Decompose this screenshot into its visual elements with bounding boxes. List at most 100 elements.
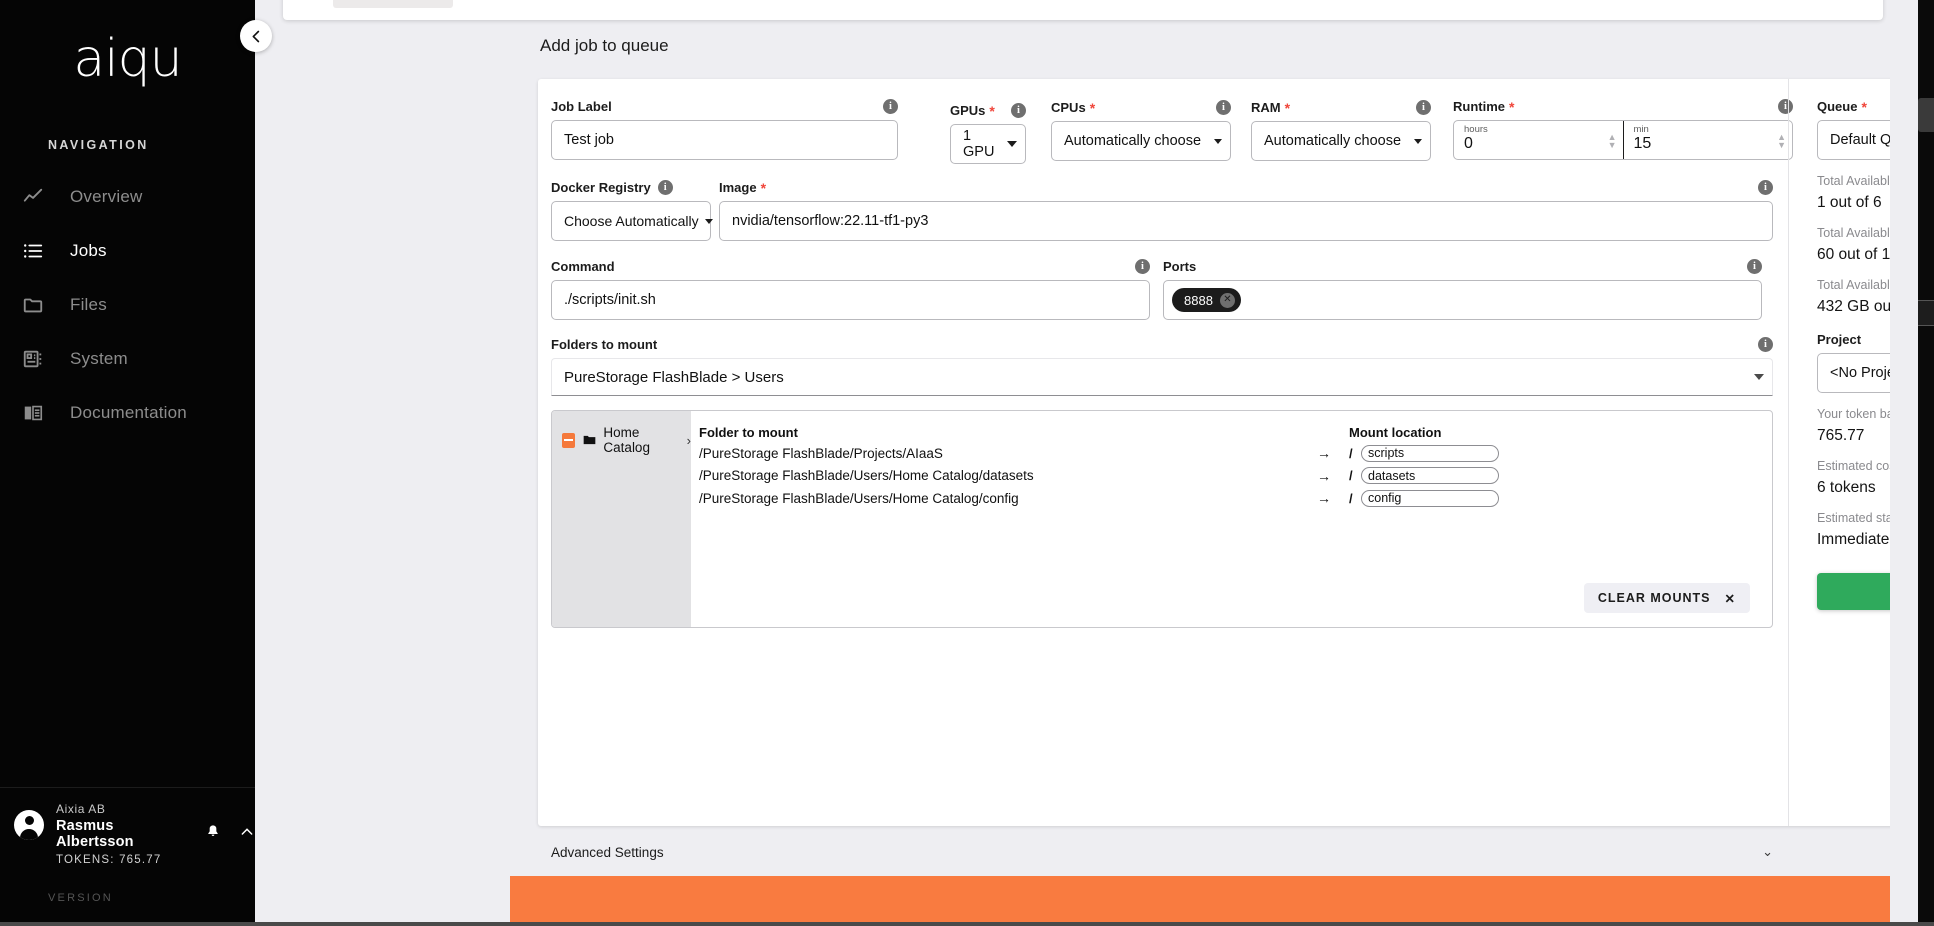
info-icon[interactable]: i	[1011, 103, 1026, 118]
cpus-select[interactable]: Automatically choose	[1051, 121, 1231, 161]
field-docker-registry: Docker Registry i Choose Automatically	[551, 180, 711, 241]
chevron-down-icon	[1007, 141, 1017, 147]
sidebar-item-label: Jobs	[64, 241, 107, 261]
collapse-toggle-icon[interactable]	[562, 433, 575, 448]
field-ram: RAM* i Automatically choose	[1251, 100, 1431, 161]
ports-label: Ports	[1163, 259, 1196, 274]
image-value: nvidia/tensorflow:22.11-tf1-py3	[732, 213, 928, 229]
ports-input[interactable]: 8888 ✕	[1163, 280, 1762, 320]
cpus-value: Automatically choose	[1064, 133, 1201, 149]
info-icon[interactable]: i	[1135, 259, 1150, 274]
gpus-value: 1 GPU	[963, 128, 1001, 160]
cpus-header: CPUs* i	[1051, 100, 1231, 115]
add-job-form-card: Job Label i Test job GPUs* i 1 GPU	[538, 79, 1934, 826]
mount-tree-column: Home Catalog ›	[552, 411, 691, 627]
field-cpus: CPUs* i Automatically choose	[1051, 100, 1231, 161]
mount-header-destination: Mount location	[1349, 425, 1441, 440]
mount-location-value: config	[1368, 491, 1401, 505]
docker-registry-label: Docker Registry i	[551, 180, 673, 195]
info-icon[interactable]: i	[1747, 259, 1762, 274]
close-icon: ✕	[1725, 591, 1736, 606]
job-label-input[interactable]: Test job	[551, 120, 898, 160]
chevron-up-icon[interactable]	[239, 824, 255, 845]
ram-value: Automatically choose	[1264, 133, 1401, 149]
sidebar-item-files[interactable]: Files	[0, 278, 255, 332]
command-input[interactable]: ./scripts/init.sh	[551, 280, 1150, 320]
server-icon	[22, 348, 64, 370]
job-label-text: Job Label	[551, 99, 612, 114]
close-icon[interactable]: ✕	[1220, 293, 1235, 308]
mount-source-path: /PureStorage FlashBlade/Users/Home Catal…	[699, 491, 1299, 506]
gpus-select[interactable]: 1 GPU	[950, 124, 1026, 164]
mount-location-input[interactable]: config	[1361, 490, 1499, 507]
docker-registry-select[interactable]: Choose Automatically	[551, 201, 711, 241]
sidebar-item-label: Overview	[64, 187, 142, 207]
advanced-settings-toggle[interactable]: Advanced Settings ⌄	[551, 844, 1773, 860]
mount-slash: /	[1349, 446, 1361, 461]
sidebar-item-documentation[interactable]: Documentation	[0, 386, 255, 440]
info-icon[interactable]: i	[1216, 100, 1231, 115]
right-gutter	[1890, 0, 1918, 926]
info-icon[interactable]: i	[883, 99, 898, 114]
chevron-down-icon: ⌄	[1762, 844, 1773, 860]
mount-location-input[interactable]: datasets	[1361, 467, 1499, 484]
bell-icon[interactable]	[205, 824, 221, 845]
row-command-ports: Command i ./scripts/init.sh Ports i	[551, 259, 1773, 320]
port-chip[interactable]: 8888 ✕	[1172, 288, 1241, 312]
clear-mounts-button[interactable]: CLEAR MOUNTS ✕	[1584, 583, 1750, 613]
sidebar-collapse-button[interactable]	[240, 20, 272, 52]
mount-source-path: /PureStorage FlashBlade/Projects/AIaaS	[699, 446, 1299, 461]
mount-header-source: Folder to mount	[699, 425, 1299, 440]
sidebar-item-overview[interactable]: Overview	[0, 170, 255, 224]
previous-card-sliver	[283, 0, 1883, 20]
docker-registry-header: Docker Registry i	[551, 180, 711, 195]
required-asterisk: *	[761, 181, 766, 195]
user-company: Aixia AB	[56, 802, 255, 816]
sidebar: aiqu NAVIGATION Overview Jobs Files	[0, 0, 255, 926]
chart-line-icon	[22, 186, 64, 208]
project-label: Project	[1817, 332, 1861, 347]
runtime-header: Runtime* i	[1453, 99, 1793, 114]
tree-node-label: Home Catalog	[603, 425, 680, 455]
tree-row-home-catalog[interactable]: Home Catalog ›	[552, 425, 691, 455]
runtime-hours[interactable]: hours 0 ▲▼	[1454, 121, 1623, 159]
app-root: aiqu NAVIGATION Overview Jobs Files	[0, 0, 1934, 926]
nav-list: Overview Jobs Files System	[0, 170, 255, 440]
field-ports: Ports i 8888 ✕	[1163, 259, 1762, 320]
info-icon[interactable]: i	[1758, 180, 1773, 195]
info-icon[interactable]: i	[658, 180, 673, 195]
queue-label: Queue*	[1817, 99, 1867, 114]
brand-logo: aiqu	[0, 0, 255, 118]
runtime-minutes[interactable]: min 15 ▲▼	[1623, 121, 1793, 159]
required-asterisk: *	[1090, 101, 1095, 115]
folders-to-mount-select[interactable]: PureStorage FlashBlade > Users	[551, 358, 1773, 396]
mount-row: /PureStorage FlashBlade/Users/Home Catal…	[699, 489, 1772, 508]
command-label: Command	[551, 259, 615, 274]
ram-select[interactable]: Automatically choose	[1251, 121, 1431, 161]
chevron-down-icon	[1214, 139, 1222, 144]
field-command: Command i ./scripts/init.sh	[551, 259, 1150, 320]
info-icon[interactable]: i	[1758, 337, 1773, 352]
cpus-label: CPUs*	[1051, 100, 1095, 115]
mount-location-input[interactable]: scripts	[1361, 445, 1499, 462]
field-image: Image* i nvidia/tensorflow:22.11-tf1-py3	[719, 180, 1773, 241]
arrow-right-icon: →	[1299, 468, 1349, 484]
runtime-hours-stepper[interactable]: ▲▼	[1608, 124, 1617, 158]
mount-panel: Home Catalog › Folder to mount Mount loc…	[551, 410, 1773, 628]
folders-to-mount-header: Folders to mount i	[551, 337, 1773, 352]
folder-icon	[582, 433, 597, 447]
sidebar-item-label: Documentation	[64, 403, 187, 423]
image-input[interactable]: nvidia/tensorflow:22.11-tf1-py3	[719, 201, 1773, 241]
runtime-min-stepper[interactable]: ▲▼	[1777, 124, 1786, 158]
info-icon[interactable]: i	[1416, 100, 1431, 115]
ghost-button	[333, 0, 453, 8]
sidebar-item-system[interactable]: System	[0, 332, 255, 386]
version-label: VERSION	[48, 892, 255, 904]
runtime-min-texts: min 15	[1634, 124, 1652, 153]
user-texts: Aixia AB Rasmus Albertsson TOKENS: 765.7…	[56, 802, 255, 866]
mount-source-path: /PureStorage FlashBlade/Users/Home Catal…	[699, 468, 1299, 483]
sidebar-item-jobs[interactable]: Jobs	[0, 224, 255, 278]
nav-section-heading: NAVIGATION	[48, 138, 255, 152]
right-edge-strip	[1918, 0, 1934, 926]
sidebar-item-label: Files	[64, 295, 107, 315]
